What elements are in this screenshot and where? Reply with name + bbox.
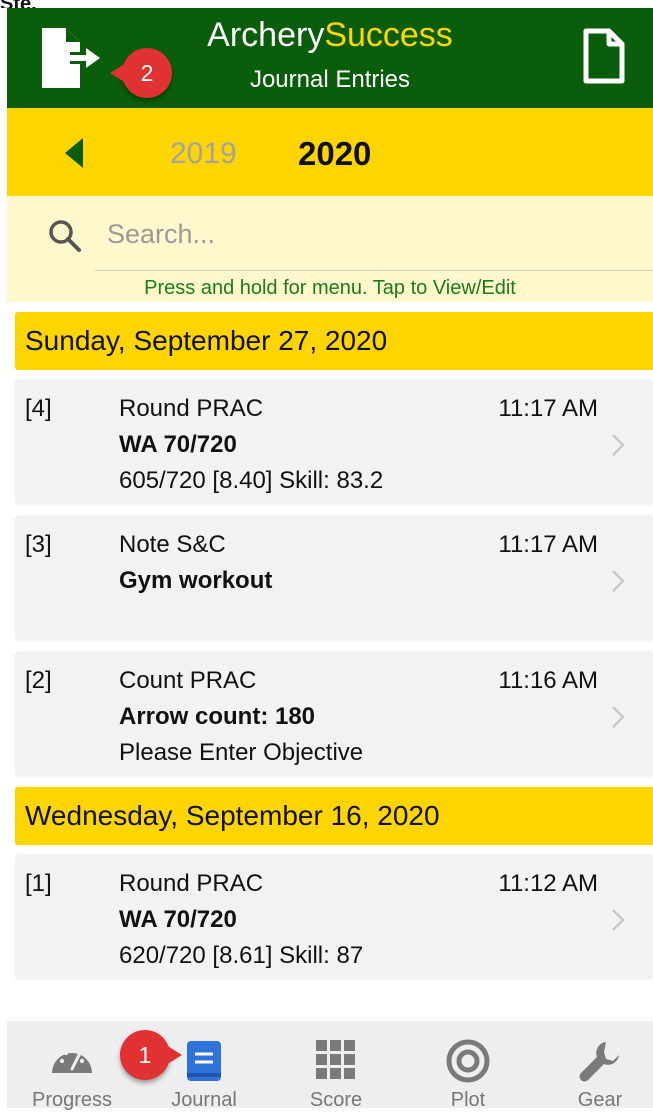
grid-icon <box>316 1040 355 1079</box>
date-header: Wednesday, September 16, 2020 <box>15 787 653 845</box>
journal-entry-2[interactable]: [2] Count PRAC Arrow count: 180 Please E… <box>15 651 653 777</box>
nav-progress-label: Progress <box>31 1089 113 1111</box>
wrench-icon <box>579 1042 619 1082</box>
entry-title: Gym workout <box>119 567 273 594</box>
nav-gear-label: Gear <box>577 1089 623 1111</box>
entry-type: Round PRAC <box>119 870 264 897</box>
year-selector: 2019 2020 <box>7 108 653 196</box>
entry-detail: 605/720 [8.40] Skill: 83.2 <box>119 467 384 494</box>
previous-year-button[interactable] <box>61 136 87 175</box>
entry-number: [2] <box>25 667 52 694</box>
entry-title: Arrow count: 180 <box>119 703 316 730</box>
search-underline <box>95 270 653 271</box>
entry-number: [3] <box>25 531 52 558</box>
new-entry-button[interactable] <box>583 28 625 84</box>
entry-type: Note S&C <box>119 531 226 558</box>
new-document-icon <box>583 28 625 84</box>
entry-detail: Please Enter Objective <box>119 739 364 766</box>
nav-score[interactable]: Score <box>276 1021 396 1111</box>
entry-detail: 620/720 [8.61] Skill: 87 <box>119 942 364 969</box>
usage-hint: Press and hold for menu. Tap to View/Edi… <box>144 277 516 299</box>
app-brand: ArcherySuccess <box>7 16 653 55</box>
nav-journal-label: Journal <box>171 1089 237 1111</box>
chevron-right-icon <box>612 706 625 728</box>
entry-type: Round PRAC <box>119 395 264 422</box>
brand-success: Success <box>324 16 453 54</box>
entry-time: 11:12 AM <box>498 870 598 897</box>
page-title: Journal Entries <box>249 66 411 93</box>
entry-type: Count PRAC <box>119 667 257 694</box>
journal-entry-1[interactable]: [1] Round PRAC WA 70/720 620/720 [8.61] … <box>15 854 653 980</box>
speedometer-icon <box>52 1047 92 1073</box>
entry-time: 11:17 AM <box>498 395 598 422</box>
entry-time: 11:17 AM <box>498 531 598 558</box>
nav-progress[interactable]: Progress <box>12 1021 132 1111</box>
date-header: Sunday, September 27, 2020 <box>15 312 653 370</box>
nav-plot[interactable]: Plot <box>408 1021 528 1111</box>
page-top-fragment: Ste. <box>0 0 80 8</box>
search-input[interactable] <box>107 214 642 254</box>
search-icon <box>49 220 81 252</box>
brand-archery: Archery <box>207 16 325 54</box>
journal-icon <box>187 1041 221 1081</box>
year-2020-tab[interactable]: 2020 <box>298 135 371 173</box>
entry-number: [1] <box>25 870 52 897</box>
annotation-badge-1: 1 <box>120 1030 182 1080</box>
nav-gear[interactable]: Gear <box>540 1021 653 1111</box>
search-area: Press and hold for menu. Tap to View/Edi… <box>7 196 653 302</box>
chevron-right-icon <box>612 909 625 931</box>
chevron-right-icon <box>612 434 625 456</box>
target-icon <box>446 1039 490 1083</box>
year-2019-tab[interactable]: 2019 <box>170 137 237 171</box>
chevron-right-icon <box>612 570 625 592</box>
entry-title: WA 70/720 <box>119 431 237 458</box>
journal-entry-4[interactable]: [4] Round PRAC WA 70/720 605/720 [8.40] … <box>15 379 653 505</box>
bottom-navigation: Progress Journal Score Plot Gear <box>7 1021 653 1111</box>
journal-entry-3[interactable]: [3] Note S&C Gym workout 11:17 AM <box>15 515 653 641</box>
entry-title: WA 70/720 <box>119 906 237 933</box>
entry-time: 11:16 AM <box>498 667 598 694</box>
entry-number: [4] <box>25 395 52 422</box>
chevron-left-icon <box>65 138 83 168</box>
nav-score-label: Score <box>309 1089 363 1111</box>
nav-plot-label: Plot <box>450 1089 486 1111</box>
app-header: 2 ArcherySuccess Journal Entries <box>7 8 653 108</box>
